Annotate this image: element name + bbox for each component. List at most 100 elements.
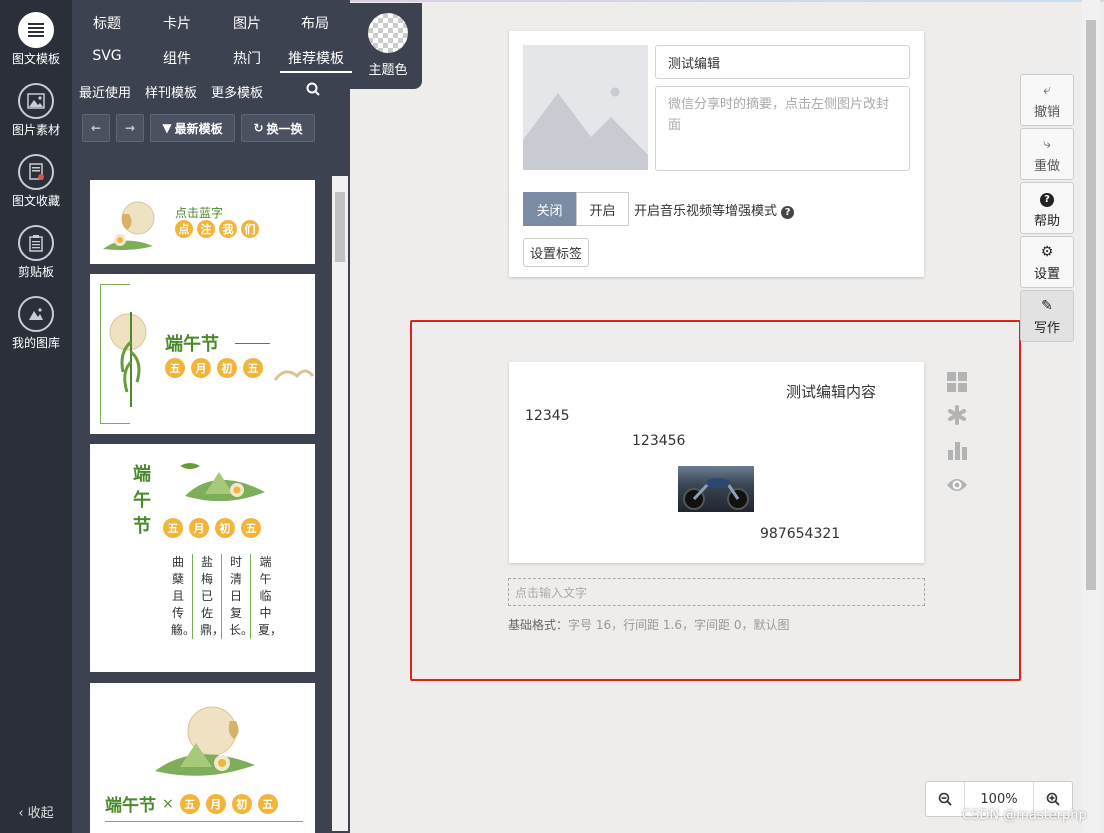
content-photo-motorcycle[interactable] xyxy=(678,466,754,512)
enhance-mode-label: 开启音乐视频等增强模式 ? xyxy=(634,200,795,219)
zongzi-leaves-illustration xyxy=(180,463,265,502)
tab-svg[interactable]: SVG xyxy=(72,48,142,64)
eye-icon[interactable] xyxy=(946,476,968,499)
next-button[interactable]: → xyxy=(116,114,144,142)
write-button[interactable]: ✎ 写作 xyxy=(1020,290,1074,342)
template-1-chars: 点 注 我 们 xyxy=(175,220,259,238)
subnav-recent[interactable]: 最近使用 xyxy=(79,82,131,101)
divider-line xyxy=(235,343,270,344)
page-scrollbar[interactable] xyxy=(1082,0,1100,833)
tab-layout[interactable]: 布局 xyxy=(280,13,350,33)
template-card-2[interactable]: 端午节 五 月 初 五 xyxy=(90,274,315,434)
char-dot: 五 xyxy=(257,793,278,814)
asterisk-icon[interactable] xyxy=(946,405,968,430)
rail-label: 图文模板 xyxy=(11,52,60,66)
theme-label: 主题色 xyxy=(368,63,408,78)
char-dot: 月 xyxy=(191,358,211,378)
template-card-1[interactable]: 点击蓝字 点 注 我 们 xyxy=(90,180,315,264)
tab-component[interactable]: 组件 xyxy=(142,48,212,68)
format-label: 基础格式： xyxy=(508,618,569,632)
checker-icon xyxy=(368,13,408,53)
undo-button[interactable]: ⤶ 撤销 xyxy=(1020,74,1074,126)
search-icon[interactable] xyxy=(306,82,320,100)
rail-item-templates[interactable]: 图文模板 xyxy=(0,12,72,67)
settings-button[interactable]: ⚙ 设置 xyxy=(1020,236,1074,288)
list-icon xyxy=(18,12,54,48)
cover-image-placeholder[interactable] xyxy=(523,45,648,170)
char-dot: 五 xyxy=(241,518,261,538)
scrollbar-thumb[interactable] xyxy=(1086,20,1096,590)
char-dot: 初 xyxy=(215,518,235,538)
rail-label: 图文收藏 xyxy=(11,194,60,208)
char-dot: 初 xyxy=(217,358,237,378)
rail-item-favorites[interactable]: 图文收藏 xyxy=(0,154,72,209)
tab-title[interactable]: 标题 xyxy=(72,13,142,33)
bar-chart-icon[interactable] xyxy=(946,440,968,465)
set-tags-button[interactable]: 设置标签 xyxy=(523,238,590,267)
zoom-out-icon xyxy=(938,792,952,806)
pencil-icon: ✎ xyxy=(1041,298,1053,314)
redo-button[interactable]: ⤷ 重做 xyxy=(1020,128,1074,180)
watermark: CSDN @masterphp xyxy=(962,808,1087,823)
char-dot: 五 xyxy=(165,358,185,378)
chevron-left-icon: ‹ xyxy=(18,806,24,821)
content-line-1[interactable]: 测试编辑内容 xyxy=(786,381,876,402)
content-line-2[interactable]: 12345 xyxy=(525,408,570,424)
content-line-4[interactable]: 987654321 xyxy=(760,526,840,542)
theme-color-button[interactable]: 主题色 xyxy=(354,13,422,78)
tab-hot[interactable]: 热门 xyxy=(212,48,282,68)
template-1-top: 点击蓝字 xyxy=(175,206,224,220)
summary-textarea[interactable]: 微信分享时的摘要，点击左侧图片改封面 xyxy=(655,86,910,171)
undo-label: 撤销 xyxy=(1033,105,1060,120)
shuffle-button[interactable]: ↻ 换一换 xyxy=(241,114,315,142)
arrow-left-icon: ← xyxy=(90,121,102,135)
toggle-off-button[interactable]: 关闭 xyxy=(523,192,576,226)
template-4-title: 端午节 xyxy=(105,796,156,816)
vtitle-char: 节 xyxy=(133,516,151,537)
subnav-sample[interactable]: 样刊模板 xyxy=(145,82,197,101)
grid-layout-icon[interactable] xyxy=(946,372,968,397)
template-card-4[interactable]: 端午节 × 五 月 初 五 xyxy=(90,683,315,833)
tab-recommended[interactable]: 推荐模板 xyxy=(280,48,352,73)
help-icon: ? xyxy=(1021,190,1073,207)
vtitle-char: 端 xyxy=(133,464,151,485)
newest-templates-button[interactable]: ▼ 最新模板 xyxy=(150,114,235,142)
collapse-button[interactable]: ‹ 收起 xyxy=(0,802,72,821)
poem-column: 时清日复长。 xyxy=(222,554,253,639)
rail-item-images[interactable]: 图片素材 xyxy=(0,83,72,138)
vtitle-char: 午 xyxy=(133,490,151,511)
rail-item-gallery[interactable]: 我的图库 xyxy=(0,296,72,351)
collapse-label: 收起 xyxy=(27,806,54,821)
template-scrollbar[interactable] xyxy=(332,176,348,831)
prev-button[interactable]: ← xyxy=(82,114,110,142)
tab-card[interactable]: 卡片 xyxy=(142,13,212,33)
rail-label: 我的图库 xyxy=(11,336,60,350)
zoom-out-button[interactable] xyxy=(926,782,964,816)
enhance-toggle: 关闭 开启 xyxy=(523,192,629,226)
rail-item-clipboard[interactable]: 剪贴板 xyxy=(0,225,72,280)
toggle-on-button[interactable]: 开启 xyxy=(576,192,629,226)
char-dot: 初 xyxy=(231,793,252,814)
poem-column: 曲蘖且传觞。 xyxy=(164,554,195,639)
template-subnav: 最近使用 样刊模板 更多模板 xyxy=(79,82,263,101)
redo-icon: ⤷ xyxy=(1043,136,1051,152)
shuffle-label: 换一换 xyxy=(266,121,303,136)
content-line-3[interactable]: 123456 xyxy=(632,433,685,449)
help-button[interactable]: ? 帮助 xyxy=(1020,182,1074,234)
text-input-box[interactable]: 点击输入文字 xyxy=(508,578,925,606)
template-card-3[interactable]: 端 午 节 五 月 初 五 曲蘖且传觞。 盐梅已佐鼎， 时清日复长。 端午临中夏… xyxy=(90,444,315,672)
motorcycle-image xyxy=(683,478,749,510)
template-4-chars: 五 月 初 五 xyxy=(179,793,278,814)
char-dot: 月 xyxy=(205,793,226,814)
template-2-title: 端午节 xyxy=(165,334,219,355)
template-4-title-row: 端午节 × 五 月 初 五 xyxy=(105,791,278,816)
scrollbar-thumb[interactable] xyxy=(335,192,345,262)
question-circle-icon[interactable]: ? xyxy=(781,206,795,219)
tab-image[interactable]: 图片 xyxy=(212,13,282,33)
subnav-more[interactable]: 更多模板 xyxy=(211,82,263,101)
plant-illustration xyxy=(109,312,147,407)
char-dot: 们 xyxy=(241,220,259,238)
content-card[interactable]: 测试编辑内容 12345 123456 987654321 xyxy=(509,362,924,563)
template-2-chars: 五 月 初 五 xyxy=(165,358,263,378)
title-input[interactable]: 测试编辑 xyxy=(655,45,910,79)
